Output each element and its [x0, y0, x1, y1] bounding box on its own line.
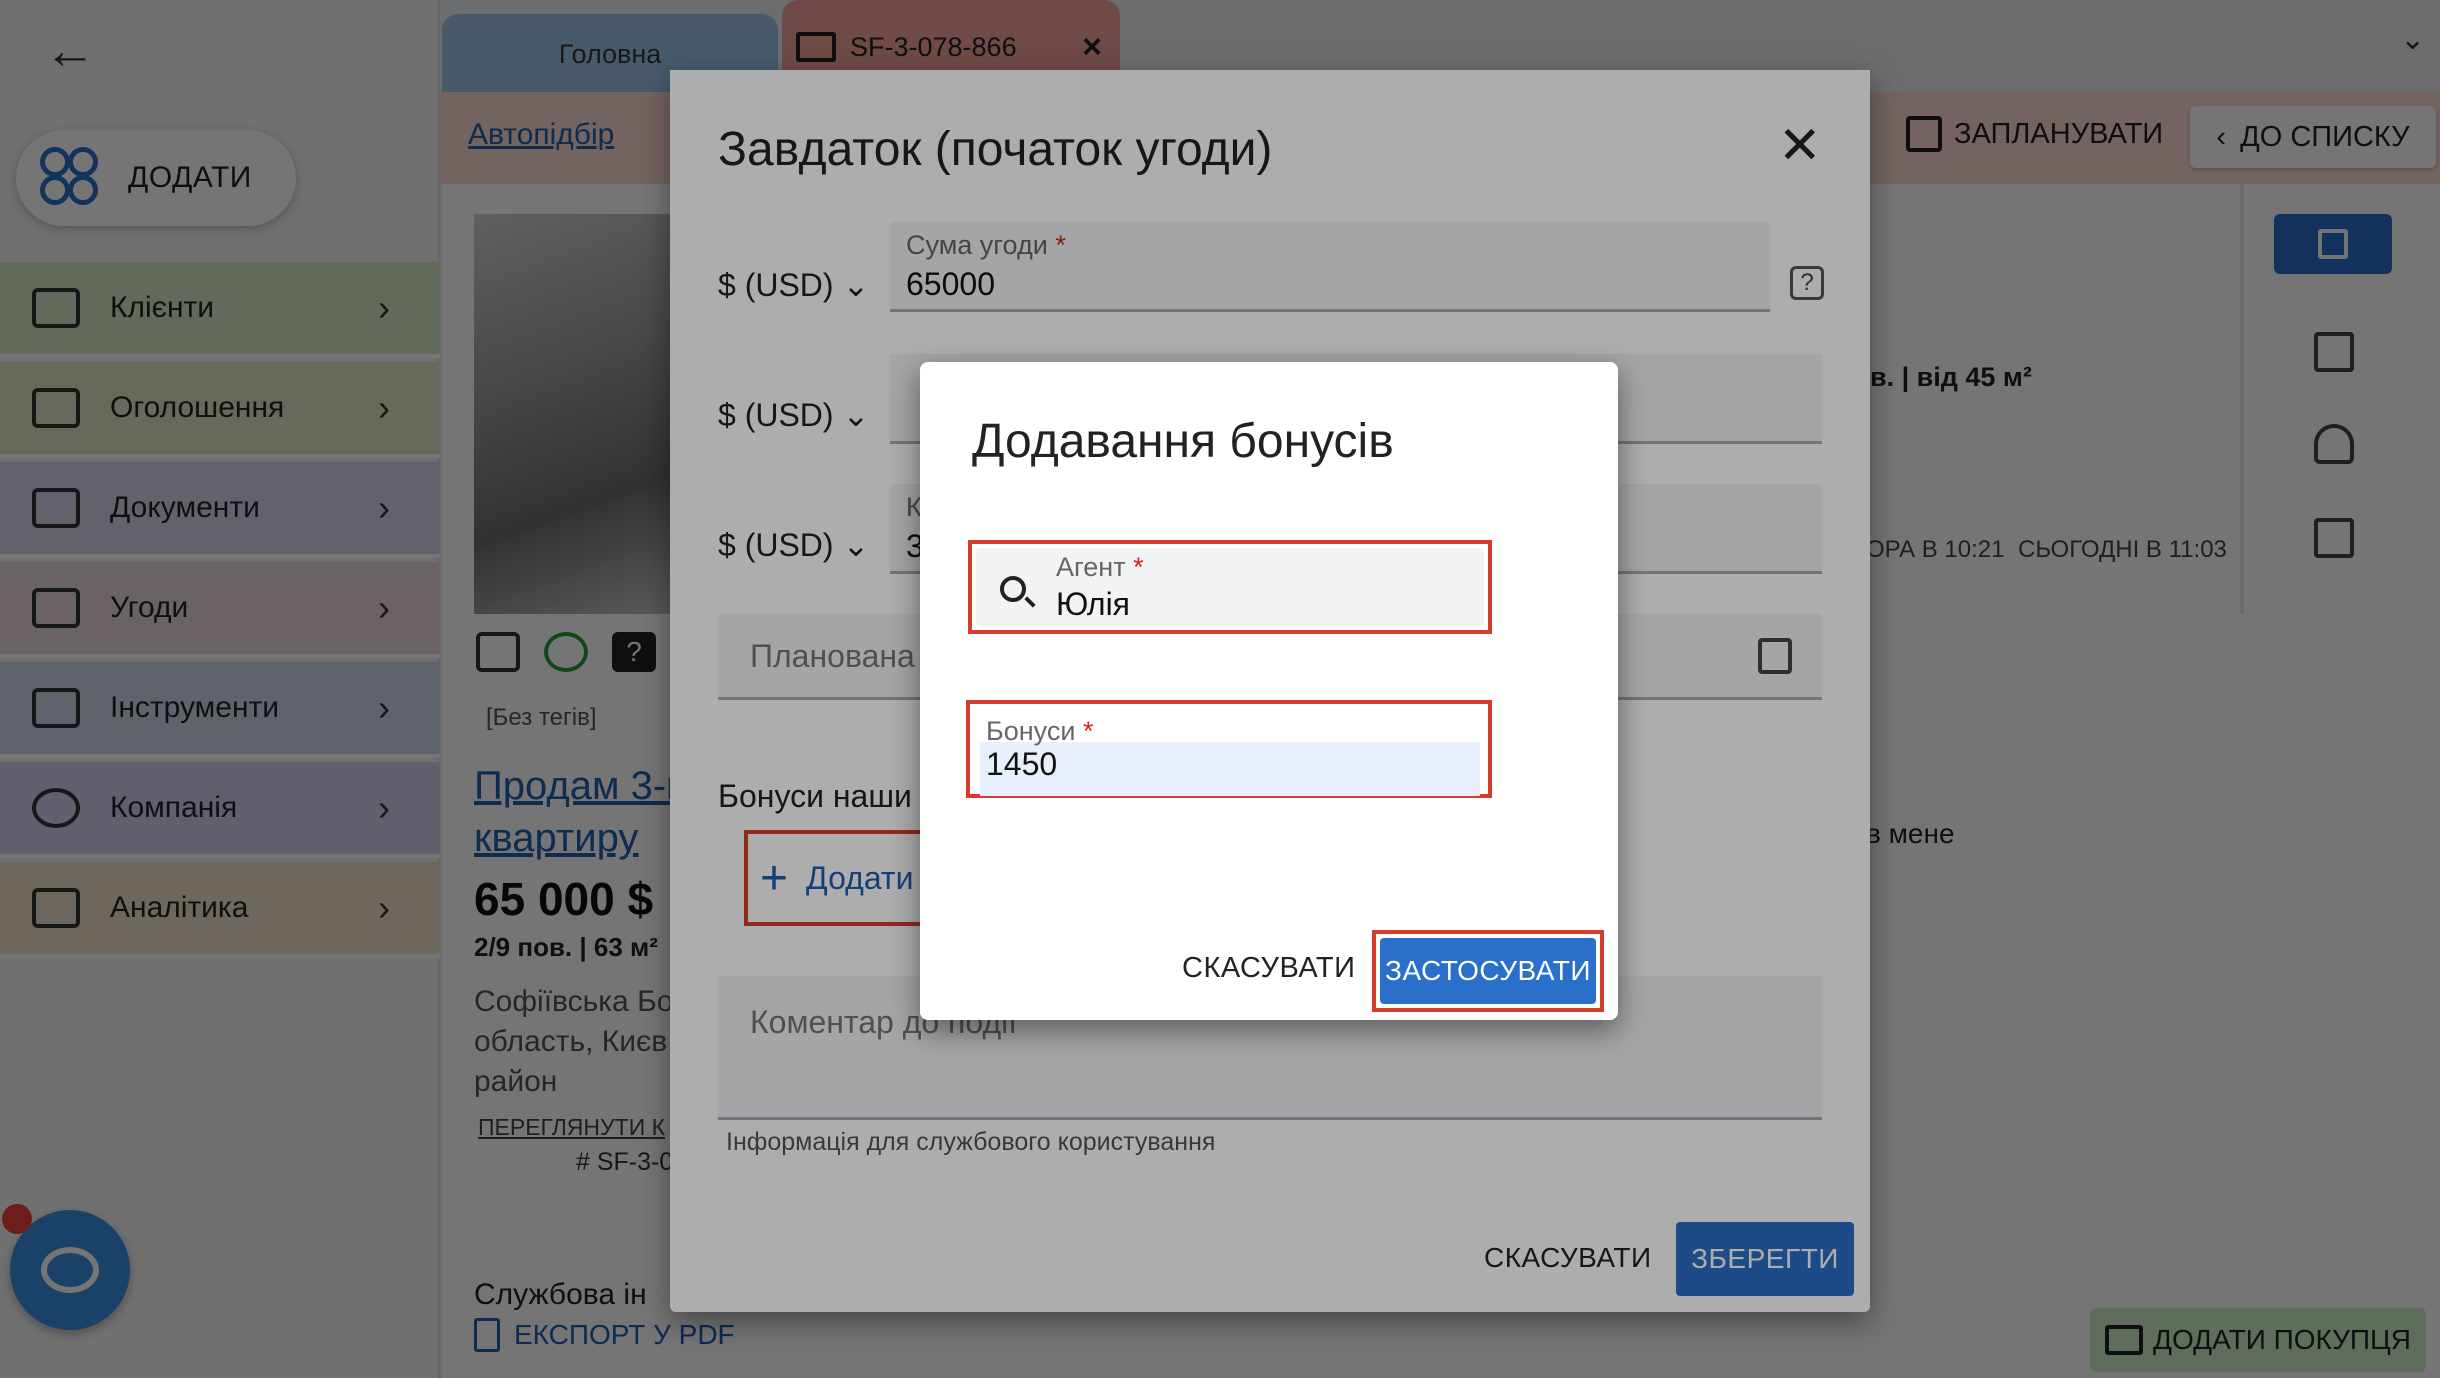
bonus-dialog: Додавання бонусів Агент * Юлія Бонуси * …	[920, 362, 1618, 1020]
bonus-highlight: Бонуси * 1450	[966, 700, 1492, 798]
apply-highlight: ЗАСТОСУВАТИ	[1372, 930, 1604, 1012]
required-mark: *	[1133, 552, 1144, 582]
agent-search-field[interactable]: Агент * Юлія	[976, 548, 1484, 626]
bonus-label: Бонуси *	[986, 716, 1093, 747]
bonus-label-text: Бонуси	[986, 716, 1076, 746]
bonus-value: 1450	[986, 746, 1058, 782]
agent-label: Агент *	[1056, 552, 1144, 583]
apply-button[interactable]: ЗАСТОСУВАТИ	[1380, 938, 1596, 1004]
search-icon	[1000, 576, 1026, 602]
agent-label-text: Агент	[1056, 552, 1126, 582]
required-mark: *	[1082, 716, 1094, 746]
bonus-dialog-title: Додавання бонусів	[972, 415, 1394, 468]
bonus-cancel-button[interactable]: СКАСУВАТИ	[1182, 952, 1355, 985]
agent-highlight: Агент * Юлія	[968, 540, 1492, 634]
agent-value: Юлія	[1056, 586, 1130, 622]
